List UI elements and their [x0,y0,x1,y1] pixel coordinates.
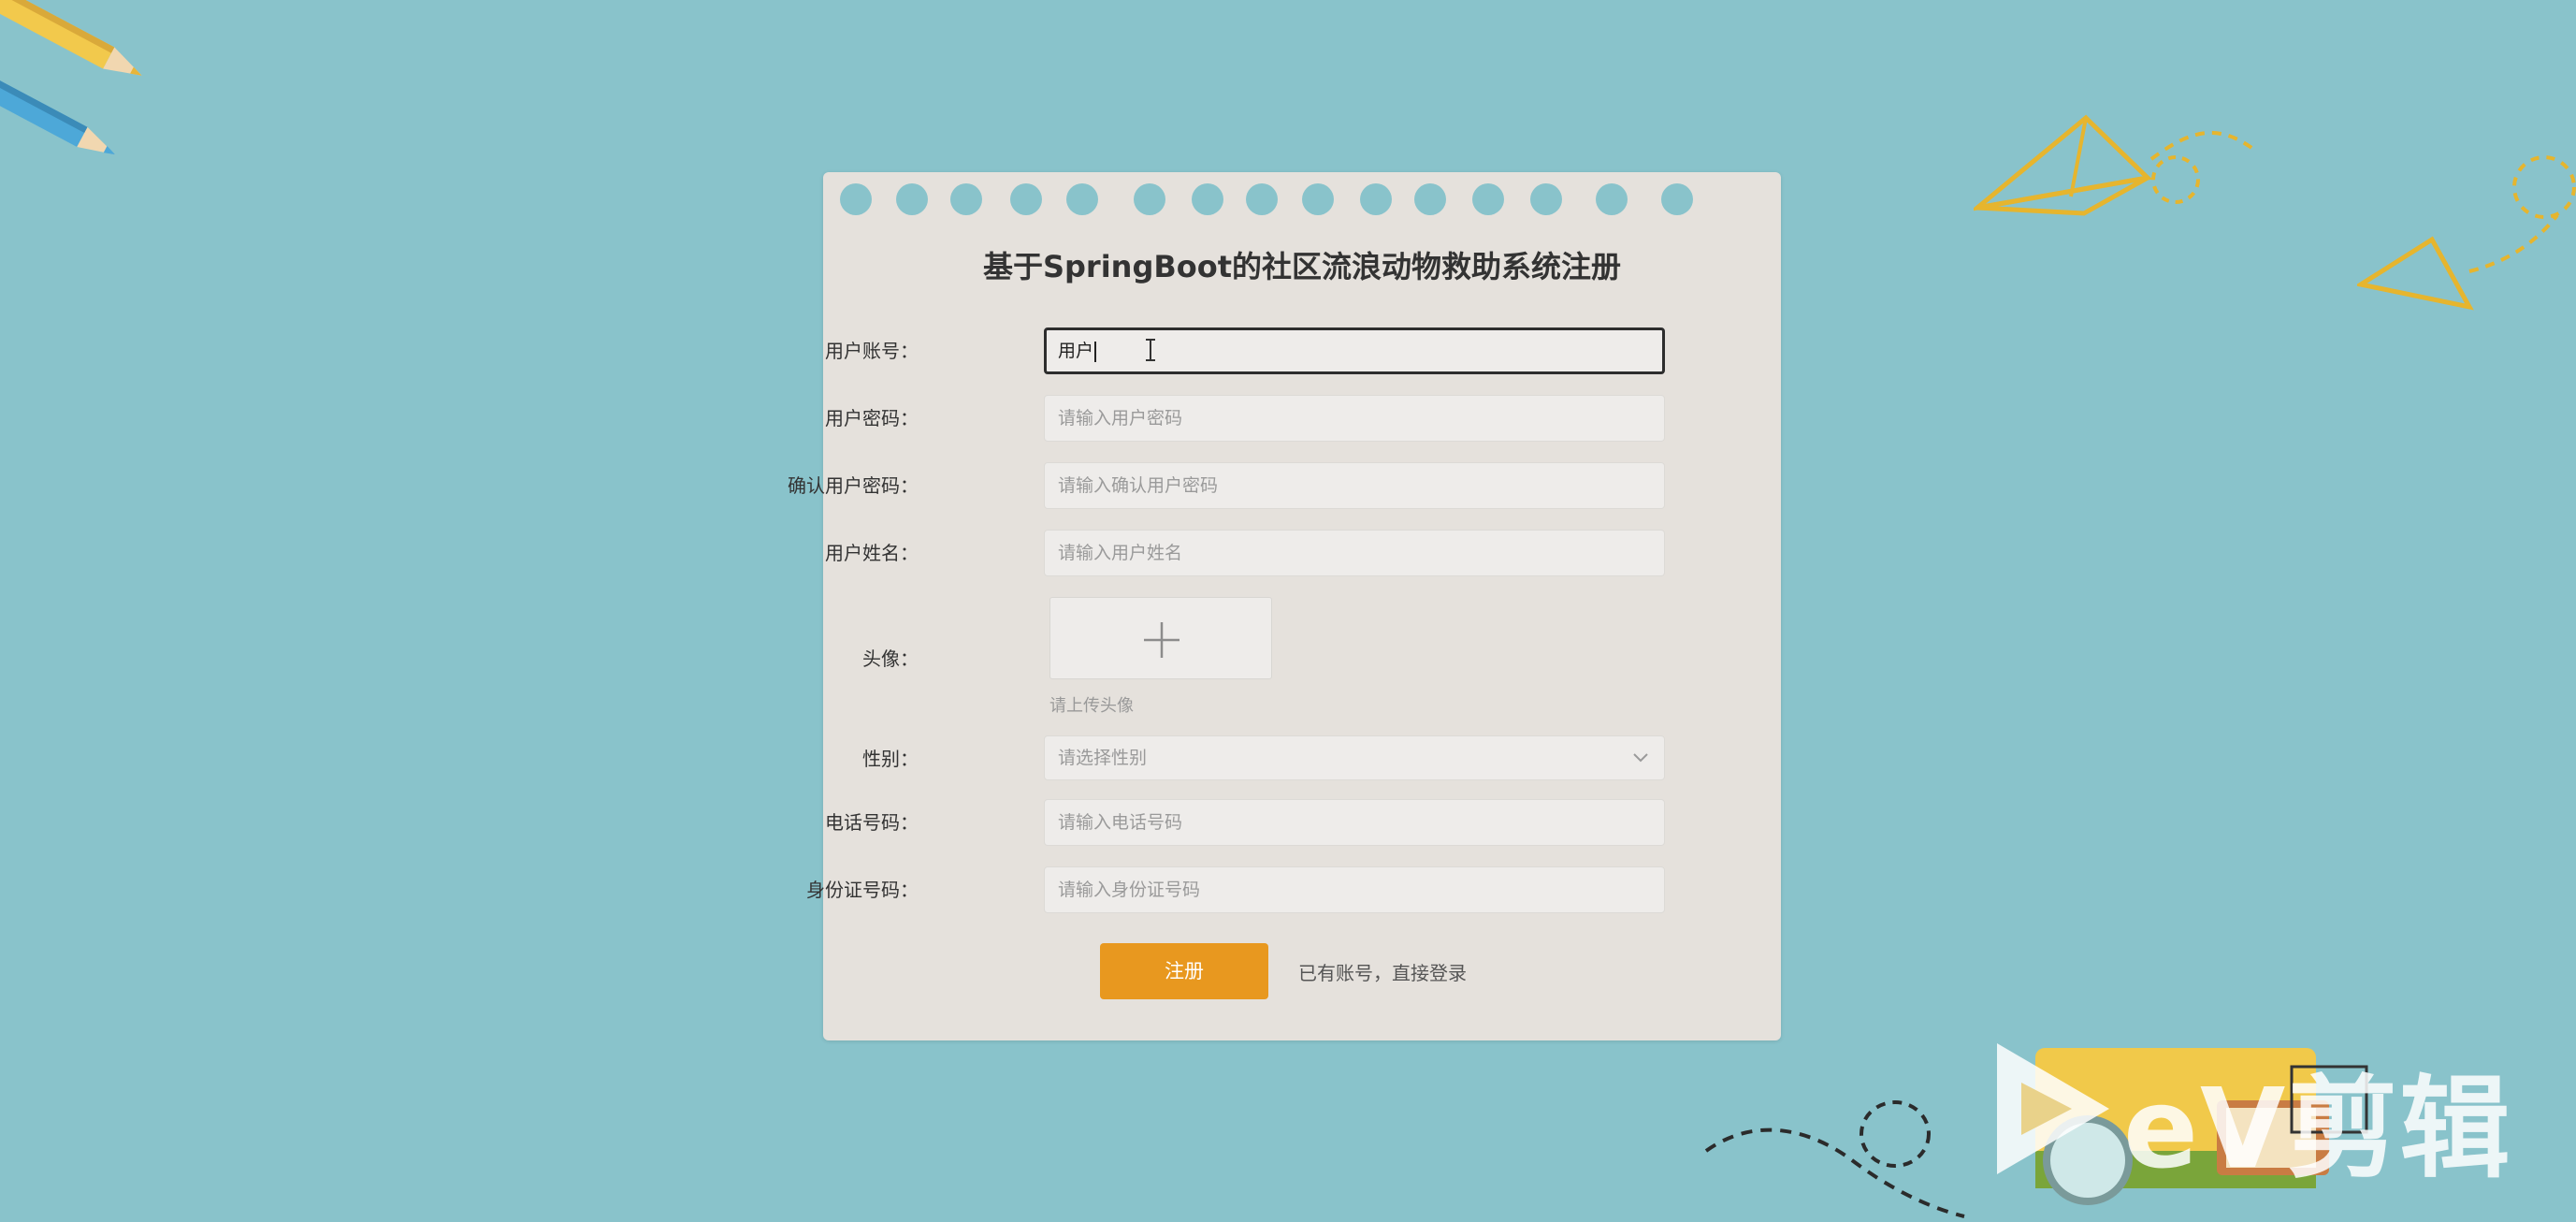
name-label: 用户姓名： [825,542,919,564]
login-link[interactable]: 已有账号，直接登录 [1298,958,1467,985]
form-row-gender: 性别： 请选择性别 [823,734,1781,784]
binding-hole [1530,183,1562,215]
phone-input[interactable]: 请输入电话号码 [1044,799,1665,846]
binding-hole [1192,183,1223,215]
dashed-path-decoration [1704,1100,1965,1218]
text-cursor-icon [1146,339,1155,361]
form-row-id-number: 身份证号码： 请输入身份证号码 [806,865,1781,915]
text-caret [1094,341,1097,362]
register-button[interactable]: 注册 [1100,943,1268,999]
gender-label: 性别： [862,748,919,770]
username-input[interactable]: 用户 [1044,327,1665,374]
binding-hole [1414,183,1446,215]
binding-hole [840,183,872,215]
binding-hole [1066,183,1098,215]
paper-plane-icon [1974,114,2256,216]
id-number-input[interactable]: 请输入身份证号码 [1044,866,1665,913]
form-row-name: 用户姓名： 请输入用户姓名 [823,528,1781,578]
binding-hole [1134,183,1165,215]
avatar-upload-button[interactable] [1049,597,1272,679]
gender-select-placeholder: 请选择性别 [1058,748,1148,768]
pencil-icon [0,0,142,155]
confirm-password-label: 确认用户密码： [788,474,919,497]
name-input[interactable]: 请输入用户姓名 [1044,530,1665,576]
password-input[interactable]: 请输入用户密码 [1044,395,1665,442]
binding-hole [1302,183,1334,215]
page-title: 基于SpringBoot的社区流浪动物救助系统注册 [982,249,1622,284]
notebook-binding-holes [840,183,1775,217]
form-row-confirm-password: 确认用户密码： 请输入确认用户密码 [788,460,1781,511]
dashed-path-decoration [2512,155,2576,219]
form-row-username: 用户账号： 用户 [823,326,1781,376]
watermark: eV剪辑 [2123,1064,2512,1193]
binding-hole [950,183,982,215]
form-row-phone: 电话号码： 请输入电话号码 [823,797,1781,848]
form-row-password: 用户密码： 请输入用户密码 [823,393,1781,444]
binding-hole [1661,183,1693,215]
binding-hole [896,183,928,215]
plus-icon [1144,622,1179,658]
binding-hole [1596,183,1628,215]
avatar-label: 头像： [862,647,919,670]
binding-hole [1010,183,1042,215]
gender-select[interactable]: 请选择性别 [1044,735,1665,780]
password-label: 用户密码： [825,407,919,429]
username-label: 用户账号： [825,340,919,362]
binding-hole [1360,183,1392,215]
id-number-label: 身份证号码： [806,879,919,901]
binding-hole [1246,183,1278,215]
play-icon [1997,1043,2109,1174]
confirm-password-input[interactable]: 请输入确认用户密码 [1044,462,1665,509]
username-value: 用户 [1058,341,1094,361]
chevron-down-icon [1633,753,1648,763]
register-card: 基于SpringBoot的社区流浪动物救助系统注册 用户账号： 用户 用户密码：… [788,172,1781,1040]
phone-label: 电话号码： [825,811,919,834]
binding-hole [1472,183,1504,215]
avatar-upload-tip: 请上传头像 [1049,696,1134,716]
